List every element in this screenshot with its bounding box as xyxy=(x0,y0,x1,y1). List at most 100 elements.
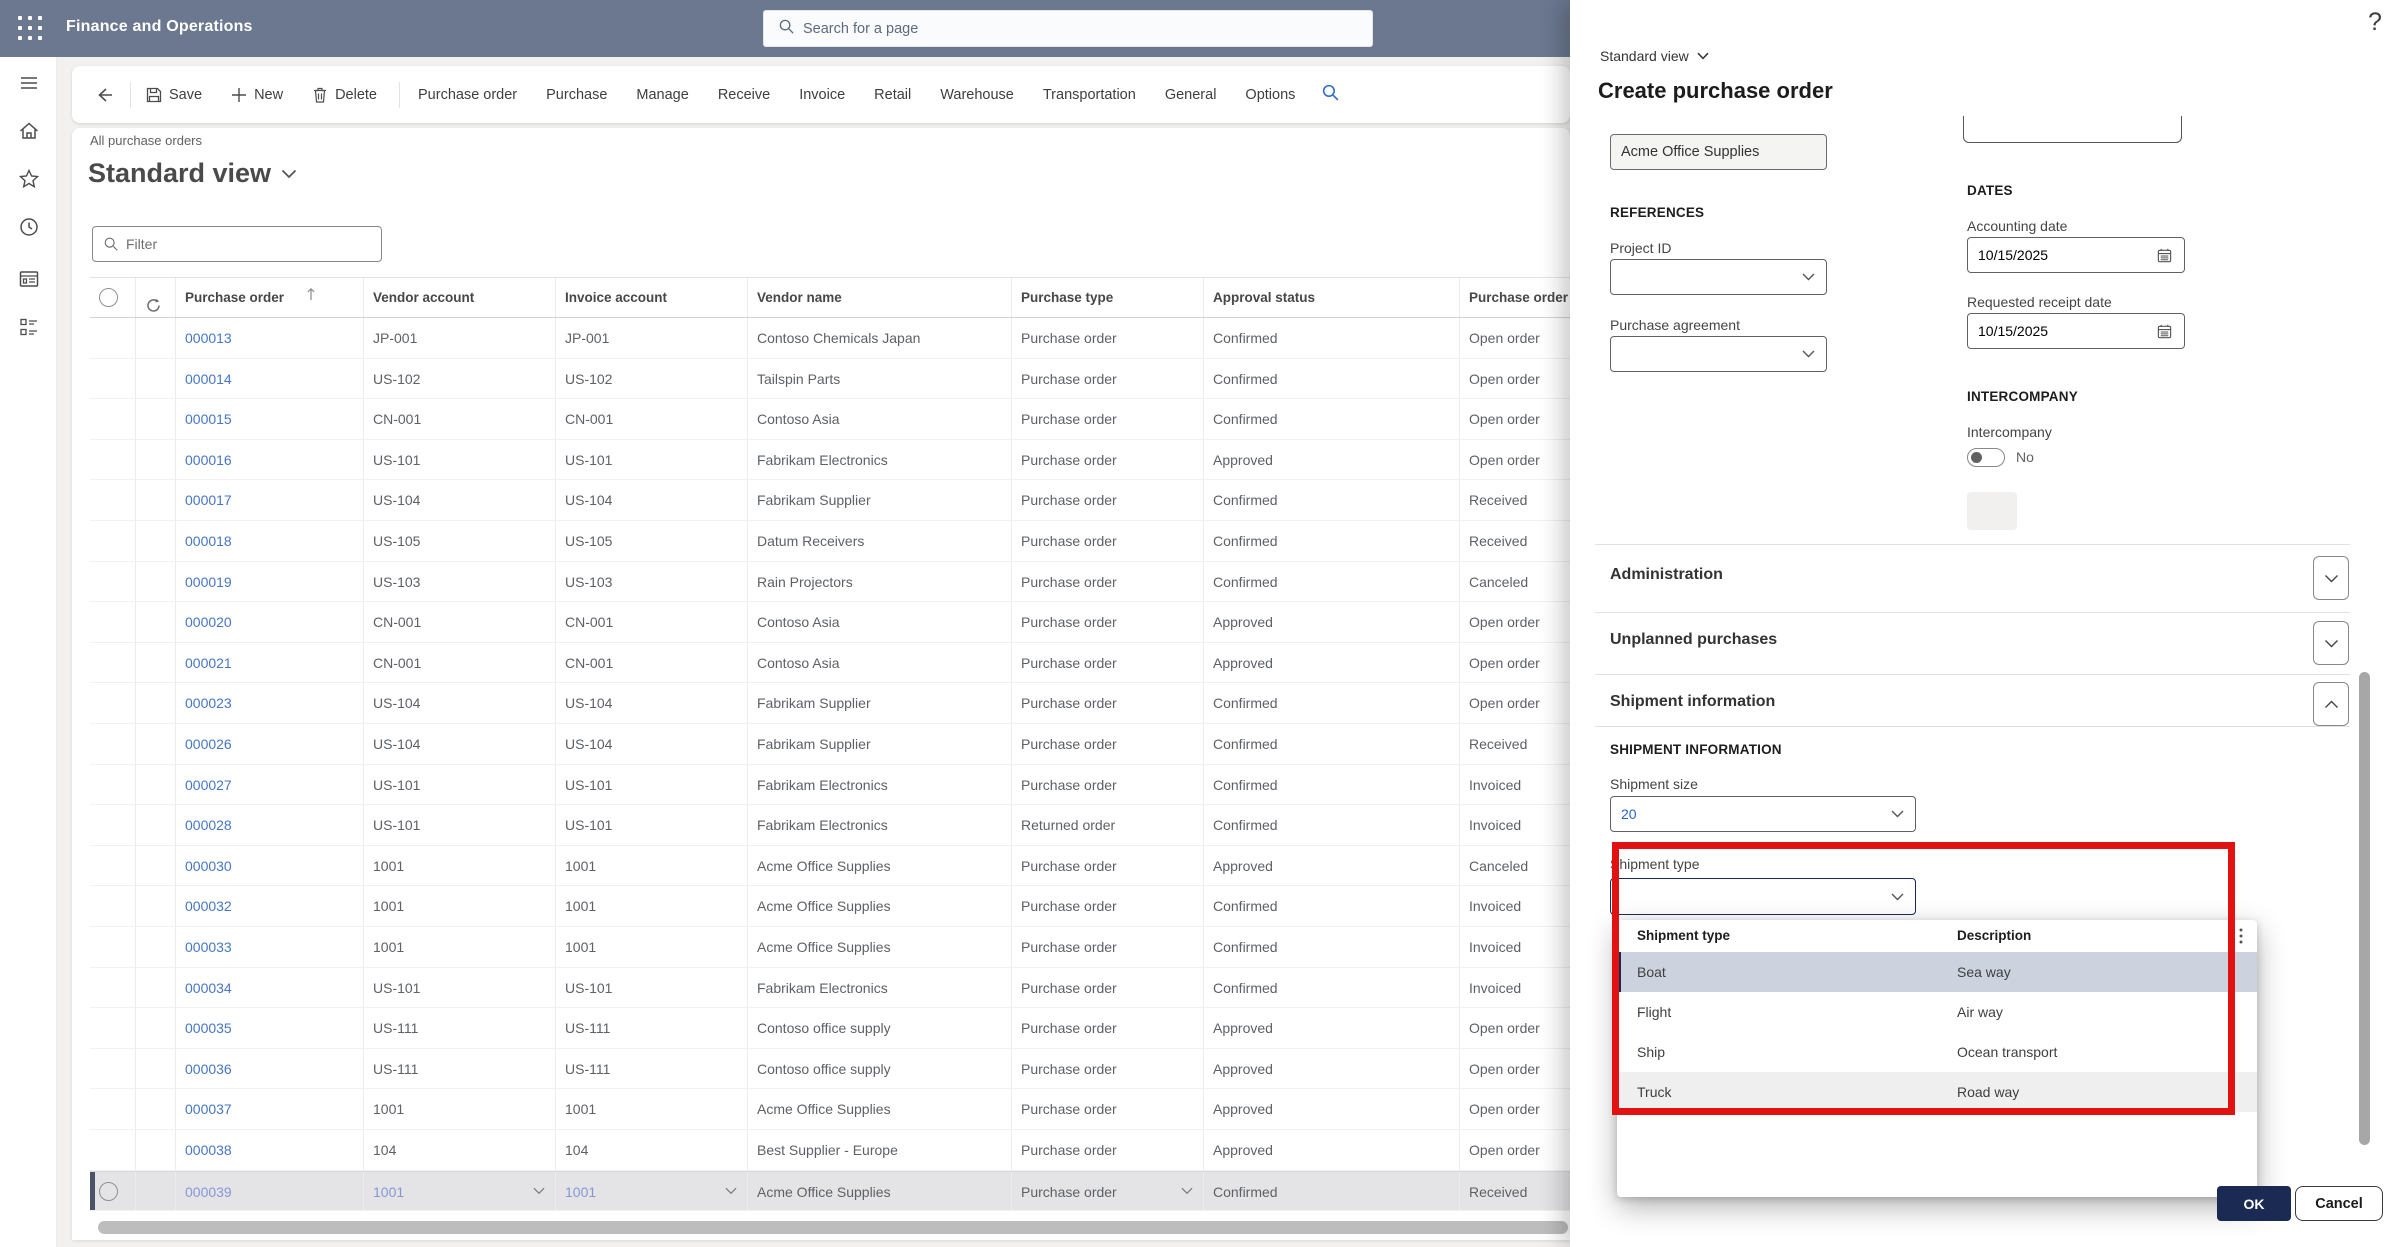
cell-po[interactable]: 000036 xyxy=(176,1049,364,1089)
cell-po[interactable]: 000037 xyxy=(176,1089,364,1129)
row-select-radio[interactable] xyxy=(90,1130,136,1170)
panel-vertical-scrollbar[interactable] xyxy=(2359,672,2370,1145)
table-row[interactable]: 000020CN-001CN-001Contoso AsiaPurchase o… xyxy=(90,602,1570,643)
kebab-menu-icon[interactable] xyxy=(2239,927,2243,950)
purchase-agreement-combobox[interactable] xyxy=(1610,336,1827,372)
help-button[interactable]: ? xyxy=(2368,8,2382,37)
table-row[interactable]: 000016US-101US-101Fabrikam ElectronicsPu… xyxy=(90,440,1570,481)
cell-po[interactable]: 000038 xyxy=(176,1130,364,1170)
task-list-icon[interactable] xyxy=(17,315,41,339)
shipment-type-option-ship[interactable]: ShipOcean transport xyxy=(1617,1032,2257,1072)
select-all-checkbox[interactable] xyxy=(90,278,136,317)
cell-po[interactable]: 000027 xyxy=(176,765,364,805)
row-select-radio[interactable] xyxy=(90,765,136,805)
panel-view-selector[interactable]: Standard view xyxy=(1600,48,1709,64)
cell-po[interactable]: 000020 xyxy=(176,602,364,642)
row-select-radio[interactable] xyxy=(90,318,136,358)
cell-po[interactable]: 000015 xyxy=(176,399,364,439)
unplanned-purchases-section-title[interactable]: Unplanned purchases xyxy=(1610,631,1777,649)
tab-transportation[interactable]: Transportation xyxy=(1043,87,1136,103)
filter-input[interactable]: Filter xyxy=(92,226,382,262)
shipment-type-option-boat[interactable]: BoatSea way xyxy=(1617,952,2257,992)
row-select-radio[interactable] xyxy=(90,968,136,1008)
clipped-combobox[interactable] xyxy=(1963,116,2182,143)
cell-po[interactable]: 000021 xyxy=(176,643,364,683)
row-select-radio[interactable] xyxy=(90,683,136,723)
cell-approval-status[interactable]: Confirmed xyxy=(1204,1172,1460,1211)
shipment-information-section-title[interactable]: Shipment information xyxy=(1610,693,1775,711)
row-select-radio[interactable] xyxy=(90,1089,136,1129)
row-select-radio[interactable] xyxy=(90,1049,136,1089)
row-select-radio[interactable] xyxy=(90,602,136,642)
cell-vendor-name[interactable]: Acme Office Supplies xyxy=(748,1172,1012,1211)
row-select-radio[interactable] xyxy=(90,1008,136,1048)
new-button[interactable]: New xyxy=(230,86,283,104)
table-row[interactable]: 000019US-103US-103Rain ProjectorsPurchas… xyxy=(90,562,1570,603)
tab-warehouse[interactable]: Warehouse xyxy=(940,87,1014,103)
cell-po[interactable]: 000014 xyxy=(176,359,364,399)
cell-po[interactable]: 000034 xyxy=(176,968,364,1008)
delete-button[interactable]: Delete xyxy=(311,86,377,104)
tab-purchase[interactable]: Purchase xyxy=(546,87,607,103)
row-select-radio[interactable] xyxy=(90,440,136,480)
column-header-vendor-name[interactable]: Vendor name xyxy=(748,278,1012,317)
row-select-radio[interactable] xyxy=(90,359,136,399)
tab-receive[interactable]: Receive xyxy=(718,87,770,103)
table-row[interactable]: 000021CN-001CN-001Contoso AsiaPurchase o… xyxy=(90,643,1570,684)
cell-po[interactable]: 000018 xyxy=(176,521,364,561)
row-select-radio[interactable] xyxy=(90,1172,136,1211)
table-row[interactable]: 000028US-101US-101Fabrikam ElectronicsRe… xyxy=(90,805,1570,846)
tab-invoice[interactable]: Invoice xyxy=(799,87,845,103)
cell-po[interactable]: 000026 xyxy=(176,724,364,764)
tab-options[interactable]: Options xyxy=(1245,87,1295,103)
cell-invoice-account[interactable]: 1001 xyxy=(556,1172,748,1211)
administration-expand-button[interactable] xyxy=(2313,556,2349,600)
cell-po[interactable]: 000017 xyxy=(176,480,364,520)
table-row[interactable]: 000027US-101US-101Fabrikam ElectronicsPu… xyxy=(90,765,1570,806)
cell-po[interactable]: 000039 xyxy=(176,1172,364,1211)
table-row[interactable]: 00003910011001Acme Office SuppliesPurcha… xyxy=(90,1171,1570,1212)
cell-po[interactable]: 000032 xyxy=(176,886,364,926)
table-row[interactable]: 000014US-102US-102Tailspin PartsPurchase… xyxy=(90,359,1570,400)
cell-po[interactable]: 000016 xyxy=(176,440,364,480)
requested-receipt-date-field[interactable]: 10/15/2025 xyxy=(1967,313,2185,349)
table-row[interactable]: 000013JP-001JP-001Contoso Chemicals Japa… xyxy=(90,318,1570,359)
administration-section-title[interactable]: Administration xyxy=(1610,566,1723,584)
accounting-date-field[interactable]: 10/15/2025 xyxy=(1967,237,2185,273)
table-row[interactable]: 000036US-111US-111Contoso office supplyP… xyxy=(90,1049,1570,1090)
cell-po[interactable]: 000013 xyxy=(176,318,364,358)
table-row[interactable]: 000018US-105US-105Datum ReceiversPurchas… xyxy=(90,521,1570,562)
cell-purchase-type[interactable]: Purchase order xyxy=(1012,1172,1204,1211)
row-select-radio[interactable] xyxy=(90,846,136,886)
horizontal-scrollbar[interactable] xyxy=(98,1221,1568,1234)
back-button[interactable] xyxy=(94,84,116,106)
star-favorites-icon[interactable] xyxy=(17,167,41,191)
row-select-radio[interactable] xyxy=(90,724,136,764)
toolbar-search-icon[interactable] xyxy=(1321,83,1340,107)
table-row[interactable]: 000038104104Best Supplier - EuropePurcha… xyxy=(90,1130,1570,1171)
ok-button[interactable]: OK xyxy=(2217,1186,2291,1221)
cell-po[interactable]: 000030 xyxy=(176,846,364,886)
table-row[interactable]: 00003710011001Acme Office SuppliesPurcha… xyxy=(90,1089,1570,1130)
cell-po[interactable]: 000023 xyxy=(176,683,364,723)
recent-clock-icon[interactable] xyxy=(17,215,41,239)
shipment-type-combobox[interactable] xyxy=(1610,878,1916,915)
shipment-type-option-truck[interactable]: TruckRoad way xyxy=(1617,1072,2257,1112)
row-select-radio[interactable] xyxy=(90,805,136,845)
tab-purchase-order[interactable]: Purchase order xyxy=(418,87,517,103)
cell-po[interactable]: 000035 xyxy=(176,1008,364,1048)
tab-retail[interactable]: Retail xyxy=(874,87,911,103)
save-button[interactable]: Save xyxy=(145,86,202,104)
row-select-radio[interactable] xyxy=(90,480,136,520)
intercompany-toggle[interactable] xyxy=(1967,448,2005,467)
cell-po[interactable]: 000019 xyxy=(176,562,364,602)
row-select-radio[interactable] xyxy=(90,886,136,926)
global-search-input[interactable]: Search for a page xyxy=(763,10,1373,47)
table-row[interactable]: 000035US-111US-111Contoso office supplyP… xyxy=(90,1008,1570,1049)
column-header-purchase-type[interactable]: Purchase type xyxy=(1012,278,1204,317)
page-title[interactable]: Standard view xyxy=(88,158,297,189)
breadcrumb[interactable]: All purchase orders xyxy=(90,133,202,148)
cell-status[interactable]: Received xyxy=(1460,1172,1570,1211)
hamburger-menu-icon[interactable] xyxy=(17,71,41,95)
workspace-form-icon[interactable] xyxy=(17,267,41,291)
